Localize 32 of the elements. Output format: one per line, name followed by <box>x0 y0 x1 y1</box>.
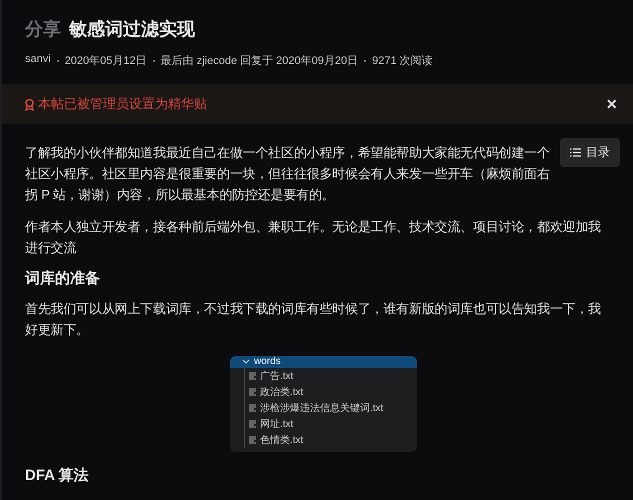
post-meta: 最后由 zjiecode 回复于 2020年09月20日 <box>160 54 358 68</box>
post-category: 分享 <box>25 18 61 41</box>
section-heading: 词库的准备 <box>25 269 101 288</box>
file-icon <box>249 404 257 412</box>
separator-dot <box>152 60 155 62</box>
medal-icon <box>24 98 35 110</box>
file-name[interactable]: 广告.txt <box>260 369 294 383</box>
separator-dot <box>364 60 366 62</box>
file-icon <box>249 388 257 396</box>
file-icon <box>249 372 257 380</box>
file-name[interactable]: 色情类.txt <box>260 433 304 447</box>
file-name[interactable]: 网址.txt <box>260 417 294 431</box>
post-meta: 9271 次阅读 <box>372 54 433 68</box>
folder-name: words <box>254 356 281 368</box>
file-name[interactable]: 政治类.txt <box>260 385 304 399</box>
chevron-icon <box>242 359 250 365</box>
toc-button[interactable]: 目录 <box>560 138 620 167</box>
file-icon <box>249 420 257 428</box>
paragraph: 作者本人独立开发者，接各种前后端外包、兼职工作。无论是工作、技术交流、项目讨论，都欢迎加我进行交流 <box>25 218 602 257</box>
file-name[interactable]: 涉枪涉爆违法信息关键词.txt <box>260 401 384 415</box>
file-icon <box>249 436 257 444</box>
notice-text: 本帖已被管理员设置为精华贴 <box>38 95 207 113</box>
close-button[interactable]: × <box>606 95 617 113</box>
list-icon <box>570 148 581 157</box>
post-meta: 2020年05月12日 <box>64 54 147 68</box>
separator-dot <box>56 60 59 62</box>
section-heading: DFA 算法 <box>25 466 90 485</box>
post-title: 敏感词过滤实现 <box>69 18 195 41</box>
author-link[interactable]: sanvi <box>25 53 51 68</box>
paragraph: 了解我的小伙伴都知道我最近自己在做一个社区的小程序，希望能帮助大家能无代码创建一个社区小程序。社区里内容是很重要的一块，但往往很多时候会有人来发一些开车（麻烦前面右拐 P 站，谢谢）内容，所以最基本的防控还是要有的。 <box>25 144 551 204</box>
folder-row[interactable]: words <box>230 356 417 368</box>
paragraph: 首先我们可以从网上下载词库，不过我下载的词库有些时候了，谁有新版的词库也可以告知我一下，我好更新下。 <box>25 300 602 339</box>
